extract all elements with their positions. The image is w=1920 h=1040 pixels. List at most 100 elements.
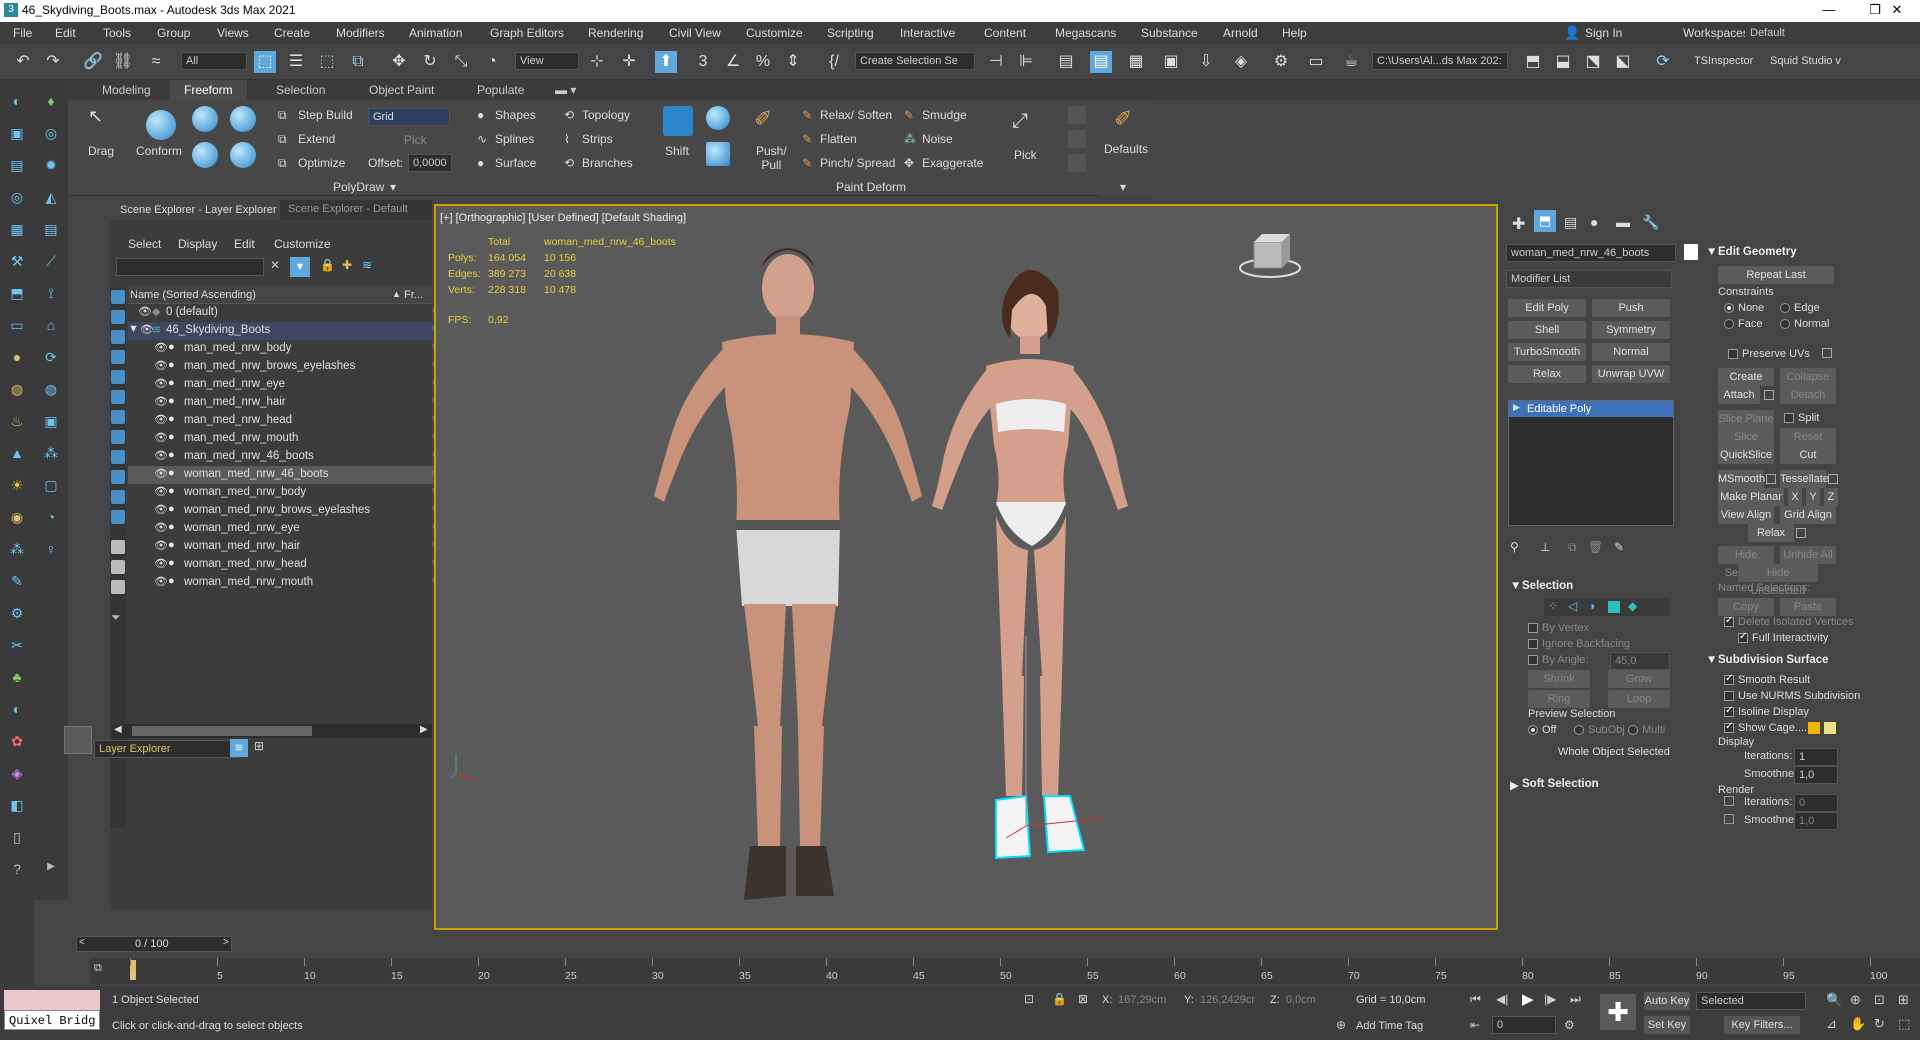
split-checkbox[interactable]: Split	[1784, 412, 1819, 424]
side-filter-icon-10[interactable]	[111, 470, 125, 484]
link-icon[interactable]: 🔗	[82, 51, 104, 73]
mirror-icon[interactable]: ⊣	[985, 51, 1007, 73]
object-row[interactable]: 👁●woman_med_nrw_eye❄	[128, 520, 450, 538]
squid-studio-button[interactable]: Squid Studio v	[1770, 55, 1841, 67]
render-icon[interactable]: ☕	[1340, 51, 1362, 73]
eye-icon[interactable]: 👁	[154, 503, 168, 516]
display-iterations-input[interactable]: 1	[1794, 748, 1838, 766]
menu-create[interactable]: Create	[274, 26, 310, 40]
full-interactivity-checkbox[interactable]: Full Interactivity	[1738, 631, 1828, 644]
side-filter-icon-2[interactable]	[111, 310, 125, 324]
reference-coord-dropdown[interactable]: View	[515, 52, 579, 70]
cage-color-swatch-1[interactable]	[1808, 722, 1820, 734]
angle-snap-icon[interactable]: ∠	[722, 51, 744, 73]
window-crossing-icon[interactable]: ⧉	[347, 51, 369, 73]
vertex-icon[interactable]: ⁘	[1548, 599, 1558, 613]
workspace-dropdown[interactable]: Default	[1745, 24, 1911, 42]
maxscript-listener-box[interactable]	[4, 990, 100, 1010]
utilities-tab-icon[interactable]: 🔧	[1642, 214, 1659, 231]
normal-button[interactable]: Normal	[1592, 343, 1670, 361]
menu-help[interactable]: Help	[1282, 26, 1307, 40]
zoom-icon[interactable]: 🔍	[1826, 992, 1842, 1008]
menu-substance[interactable]: Substance	[1141, 26, 1198, 40]
object-row[interactable]: 👁●man_med_nrw_mouth❄	[128, 430, 450, 448]
schematic-view-icon[interactable]: ⇩	[1195, 51, 1217, 73]
detach-button[interactable]: Detach	[1780, 386, 1836, 404]
pick-icon[interactable]: ⤢	[1012, 110, 1028, 133]
loop-button[interactable]: Loop	[1608, 690, 1670, 708]
redo-icon[interactable]: ↷	[42, 51, 64, 73]
constraint-normal-radio[interactable]: Normal	[1780, 318, 1829, 330]
shift-box-icon[interactable]	[706, 142, 730, 166]
eye-icon[interactable]: 👁	[154, 413, 168, 426]
pinch-spread-button[interactable]: Pinch/ Spread	[820, 156, 895, 170]
offset-input[interactable]: 0,0000	[408, 154, 452, 172]
menu-customize-explorer[interactable]: Customize	[274, 237, 331, 251]
tab-object-paint[interactable]: Object Paint	[369, 83, 434, 97]
side-filter-icon-12[interactable]	[111, 510, 125, 524]
eye-icon[interactable]: 👁	[154, 467, 168, 480]
key-mode-icon[interactable]: ⇤	[1470, 1018, 1480, 1032]
tab-scene-explorer-default[interactable]: Scene Explorer - Default	[288, 203, 408, 215]
menu-select[interactable]: Select	[128, 237, 161, 251]
edit-mesh-icon[interactable]: ⬒	[6, 282, 28, 304]
relax-mod-button[interactable]: Relax	[1508, 365, 1586, 383]
object-name-input[interactable]: woman_med_nrw_46_boots	[1506, 244, 1676, 262]
show-end-result-icon[interactable]: ⊥	[1540, 540, 1550, 554]
planar-y-button[interactable]: Y	[1806, 488, 1820, 506]
tab-freeform[interactable]: Freeform	[170, 80, 247, 100]
menu-views[interactable]: Views	[217, 26, 249, 40]
display-smoothness-input[interactable]: 1,0	[1794, 766, 1838, 784]
side-filter-icon-15[interactable]	[111, 580, 125, 594]
ribbon-options-icon[interactable]: ▬ ▾	[555, 83, 576, 97]
tab-populate[interactable]: Populate	[477, 83, 524, 97]
shift-icon[interactable]	[663, 106, 693, 136]
move-icon[interactable]: ✥	[388, 51, 410, 73]
tool-icon-a[interactable]: ✎	[6, 570, 28, 592]
render-iterations-checkbox[interactable]	[1724, 796, 1734, 806]
edge-icon[interactable]: ◁	[1568, 599, 1577, 613]
tsinspector-button[interactable]: TSInspector	[1694, 55, 1753, 67]
repeat-last-button[interactable]: Repeat Last	[1718, 266, 1834, 284]
tape-icon[interactable]: ⟟	[40, 282, 62, 304]
project-path-dropdown[interactable]: C:\Users\Al...ds Max 202:	[1372, 52, 1508, 70]
modifier-list-dropdown[interactable]: Modifier List	[1506, 270, 1672, 288]
tool-icon-b[interactable]: ⚙	[6, 602, 28, 624]
list-icon[interactable]: ▤	[40, 218, 62, 240]
eye-icon[interactable]: 👁	[154, 521, 168, 534]
measure-icon[interactable]: ⟋	[40, 250, 62, 272]
menu-arnold[interactable]: Arnold	[1223, 26, 1258, 40]
preserve-uvs-checkbox[interactable]: Preserve UVs	[1728, 348, 1810, 360]
selection-filter-dropdown[interactable]: All	[181, 52, 247, 70]
orbit-icon[interactable]: ↻	[1874, 1016, 1885, 1032]
time-slider[interactable]: < 0 / 100 >	[76, 936, 232, 952]
surface-dropdown[interactable]: Surface	[495, 156, 536, 170]
side-filter-icon-8[interactable]	[111, 430, 125, 444]
scroll-thumb[interactable]	[132, 726, 312, 736]
menu-content[interactable]: Content	[984, 26, 1026, 40]
goto-start-icon[interactable]: ⏮	[1470, 992, 1481, 1007]
preview-subobj-radio[interactable]: SubObj	[1574, 724, 1625, 736]
select-object-icon[interactable]: ⬚	[254, 51, 276, 73]
attach-settings-icon[interactable]	[1764, 390, 1774, 400]
unlink-icon[interactable]: ⛓	[112, 51, 134, 73]
tessellate-settings-icon[interactable]	[1828, 474, 1838, 484]
menu-civil-view[interactable]: Civil View	[669, 26, 721, 40]
window-icon[interactable]: ▢	[40, 474, 62, 496]
polygon-icon[interactable]	[1608, 601, 1620, 613]
goto-end-icon[interactable]: ⏭	[1570, 992, 1581, 1007]
maxscript-input[interactable]: Quixel Bridg	[4, 1010, 100, 1030]
planar-x-button[interactable]: X	[1788, 488, 1802, 506]
grow-button[interactable]: Grow	[1608, 670, 1670, 688]
side-filter-icon-1[interactable]	[111, 290, 125, 304]
slice-button[interactable]: Slice	[1718, 428, 1774, 446]
ribbon-small-btn-3[interactable]	[1068, 154, 1086, 172]
pin-stack-icon[interactable]: ⚲	[1510, 540, 1519, 554]
view-align-button[interactable]: View Align	[1718, 506, 1774, 524]
geosphere-icon[interactable]: ◍	[6, 378, 28, 400]
cat-icon[interactable]: ◔	[40, 506, 62, 528]
menu-tools[interactable]: Tools	[103, 26, 131, 40]
polydraw-tool-icon-3[interactable]	[192, 142, 218, 168]
modify-icon[interactable]: ▣	[6, 122, 28, 144]
msmooth-settings-icon[interactable]	[1766, 474, 1776, 484]
